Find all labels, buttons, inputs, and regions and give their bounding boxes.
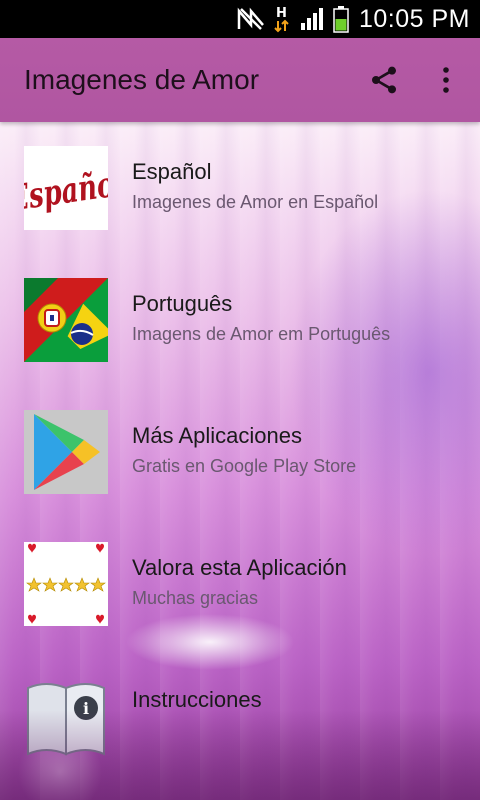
status-time: 10:05 PM [358, 4, 470, 33]
google-play-icon [24, 410, 108, 494]
five-stars-icon [24, 542, 108, 626]
list-item-valora[interactable]: Valora esta Aplicación Muchas gracias [0, 518, 480, 650]
book-info-icon: i [24, 674, 108, 758]
espanol-logo: Español [24, 146, 108, 230]
overflow-menu-icon [443, 67, 449, 93]
list-item-subtitle: Muchas gracias [132, 588, 259, 608]
share-button[interactable] [360, 56, 408, 104]
list-item-title: Español [132, 159, 212, 184]
menu-list: Español Español Imagenes de Amor en Espa… [0, 122, 480, 782]
battery-icon [333, 5, 349, 33]
portugal-brazil-flag-icon [24, 278, 108, 362]
svg-text:i: i [83, 699, 89, 718]
list-item-portugues[interactable]: Português Imagens de Amor em Português [0, 254, 480, 386]
list-item-espanol[interactable]: Español Español Imagenes de Amor en Espa… [0, 122, 480, 254]
content-area: Español Español Imagenes de Amor en Espa… [0, 122, 480, 800]
overflow-menu-button[interactable] [422, 56, 470, 104]
app-bar: Imagenes de Amor [0, 38, 480, 122]
list-item-title: Português [132, 291, 233, 316]
list-item-subtitle: Imagenes de Amor en Español [132, 192, 379, 212]
svg-text:H: H [276, 6, 287, 21]
app-title: Imagenes de Amor [24, 64, 260, 95]
list-item-title: Instrucciones [132, 687, 262, 712]
list-item-title: Más Aplicaciones [132, 423, 302, 448]
list-item-title: Valora esta Aplicación [132, 555, 347, 580]
list-item-instrucciones[interactable]: i Instrucciones [0, 650, 480, 782]
share-icon [372, 66, 396, 94]
list-item-mas-aplicaciones[interactable]: Más Aplicaciones Gratis en Google Play S… [0, 386, 480, 518]
list-item-subtitle: Imagens de Amor em Português [132, 324, 391, 344]
status-bar: H 10:05 PM [0, 0, 480, 38]
list-item-subtitle: Gratis en Google Play Store [132, 456, 357, 476]
cell-signal-icon [299, 7, 325, 31]
no-signal-icon [237, 7, 265, 31]
data-h-icon: H [273, 5, 291, 33]
